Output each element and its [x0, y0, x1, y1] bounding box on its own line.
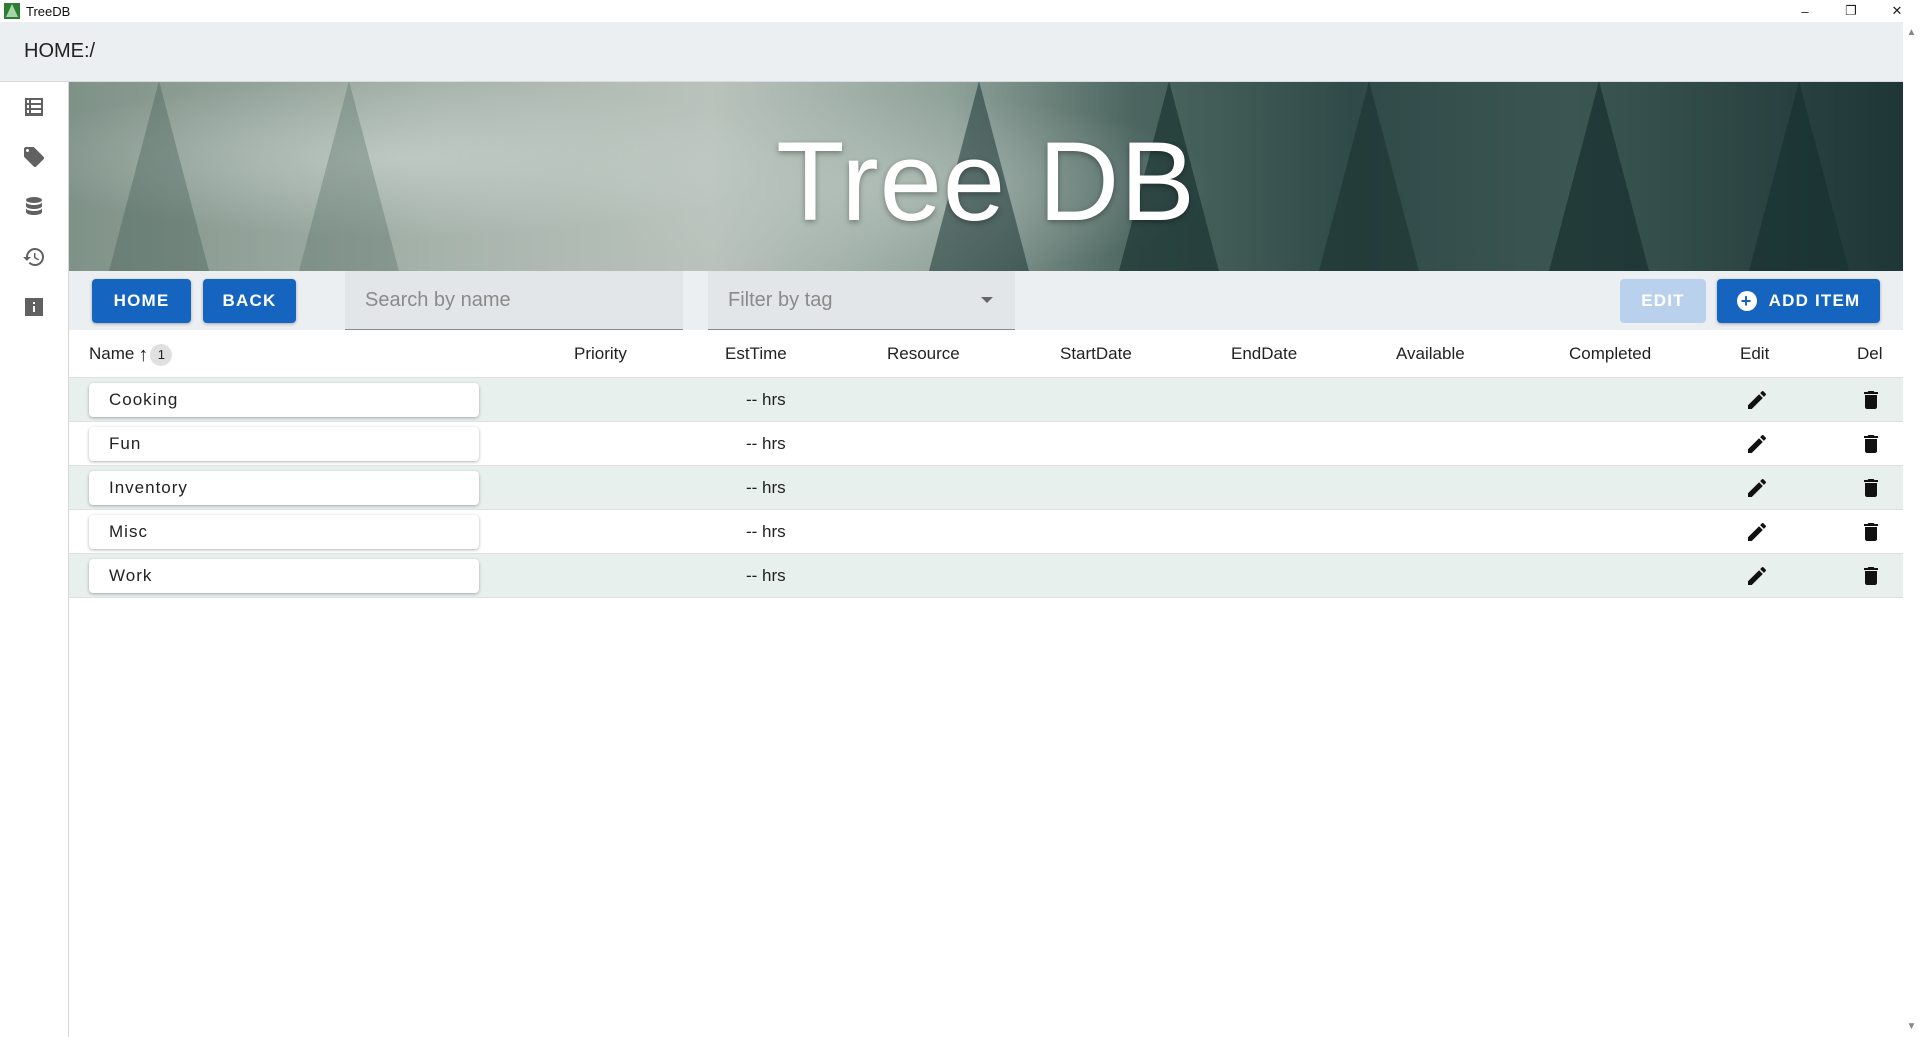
sidebar: [0, 82, 69, 1037]
esttime-cell: -- hrs: [746, 566, 786, 585]
search-input[interactable]: [365, 288, 683, 312]
list-icon: [25, 98, 43, 116]
table-row: Fun -- hrs: [69, 422, 1903, 466]
column-header-startdate[interactable]: StartDate: [1060, 330, 1132, 378]
add-item-label: ADD ITEM: [1768, 291, 1861, 310]
column-header-name[interactable]: Name ↑ 1: [89, 330, 173, 378]
table-row: Misc -- hrs: [69, 510, 1903, 554]
tag-icon: [24, 147, 44, 167]
tag-filter-placeholder: Filter by tag: [728, 288, 833, 311]
sort-rank-badge: 1: [150, 343, 173, 366]
sidebar-item-database[interactable]: [0, 182, 68, 232]
database-icon: [26, 197, 42, 215]
add-item-button[interactable]: + ADD ITEM: [1717, 279, 1880, 323]
sidebar-item-history[interactable]: [0, 232, 68, 282]
edit-button[interactable]: EDIT: [1620, 279, 1706, 323]
sort-ascending-icon: ↑: [138, 343, 149, 366]
trash-icon[interactable]: [1859, 476, 1883, 500]
window-controls: – ❐ ✕: [1782, 0, 1920, 22]
current-path: HOME:/: [24, 40, 96, 62]
column-header-available[interactable]: Available: [1396, 330, 1465, 378]
trash-icon[interactable]: [1859, 520, 1883, 544]
pencil-icon[interactable]: [1745, 432, 1769, 456]
caret-down-icon: [981, 297, 993, 303]
path-bar: HOME:/: [0, 22, 1903, 82]
table-row: Work -- hrs: [69, 554, 1903, 598]
banner-title: Tree DB: [776, 119, 1196, 244]
column-header-completed[interactable]: Completed: [1569, 330, 1651, 378]
column-header-del: Del: [1857, 344, 1883, 363]
scroll-down-arrow-icon[interactable]: ▼: [1905, 1020, 1918, 1033]
table-header: Name ↑ 1 Priority EstTime Resource StartDa…: [69, 330, 1903, 378]
column-header-enddate[interactable]: EndDate: [1231, 330, 1297, 378]
info-icon: [25, 298, 43, 316]
add-circle-icon: +: [1736, 291, 1757, 311]
pencil-icon[interactable]: [1745, 564, 1769, 588]
esttime-cell: -- hrs: [746, 522, 786, 541]
trash-icon[interactable]: [1859, 388, 1883, 412]
tag-filter-select[interactable]: Filter by tag: [708, 271, 1015, 330]
column-header-priority[interactable]: Priority: [574, 330, 627, 378]
back-button[interactable]: BACK: [203, 279, 296, 323]
item-name-button[interactable]: Fun: [89, 427, 479, 461]
item-name-button[interactable]: Inventory: [89, 471, 479, 505]
sidebar-item-tags[interactable]: [0, 132, 68, 182]
close-button[interactable]: ✕: [1874, 0, 1920, 22]
esttime-cell: -- hrs: [746, 390, 786, 409]
pencil-icon[interactable]: [1745, 388, 1769, 412]
pencil-icon[interactable]: [1745, 520, 1769, 544]
window-titlebar: TreeDB – ❐ ✕: [0, 0, 1920, 22]
minimize-button[interactable]: –: [1782, 0, 1828, 22]
item-name-button[interactable]: Work: [89, 559, 479, 593]
window-title: TreeDB: [26, 3, 71, 19]
toolbar: HOME BACK Filter by tag EDIT + ADD ITEM: [69, 271, 1903, 330]
trash-icon[interactable]: [1859, 432, 1883, 456]
esttime-cell: -- hrs: [746, 478, 786, 497]
item-name-button[interactable]: Misc: [89, 515, 479, 549]
esttime-cell: -- hrs: [746, 434, 786, 453]
search-field: [345, 271, 683, 330]
scroll-up-arrow-icon[interactable]: ▲: [1905, 26, 1918, 39]
restore-button[interactable]: ❐: [1828, 0, 1874, 22]
app-tree-icon: [4, 3, 20, 19]
banner: Tree DB: [69, 82, 1903, 271]
vertical-scrollbar[interactable]: ▲ ▼: [1903, 22, 1920, 1037]
column-header-edit: Edit: [1740, 344, 1770, 363]
items-table: Name ↑ 1 Priority EstTime Resource StartDa…: [69, 330, 1903, 598]
table-row: Cooking -- hrs: [69, 378, 1903, 422]
column-header-esttime[interactable]: EstTime: [725, 330, 787, 378]
pencil-icon[interactable]: [1745, 476, 1769, 500]
item-name-button[interactable]: Cooking: [89, 383, 479, 417]
sidebar-item-info[interactable]: [0, 282, 68, 332]
history-icon: [23, 248, 44, 266]
table-row: Inventory -- hrs: [69, 466, 1903, 510]
sidebar-item-list[interactable]: [0, 82, 68, 132]
home-button[interactable]: HOME: [92, 279, 191, 323]
trash-icon[interactable]: [1859, 564, 1883, 588]
column-header-resource[interactable]: Resource: [887, 330, 960, 378]
